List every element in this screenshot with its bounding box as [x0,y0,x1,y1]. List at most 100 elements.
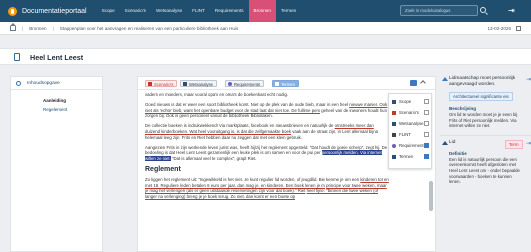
filter-option-requirements[interactable]: Requirements [392,142,432,150]
termen-icon [275,82,279,86]
filter-dropdown: Scope Scenario's Wetsanalyse FLINT Requi… [388,93,432,169]
tag-termen[interactable]: Termen [272,80,299,87]
flint-icon [392,133,396,137]
description-text: Om lid te worden moet je je even bij Fri… [449,112,518,129]
tag-label: Requirements [234,82,261,87]
requirement-icon [442,77,448,81]
home-icon[interactable] [10,22,16,31]
toc-header[interactable]: Inhoudsopgave [11,77,102,90]
requirements-icon [392,144,396,148]
filter-option-label: Scope [399,99,412,104]
requirement-title[interactable]: Lidmaatschap moet persoonlijk aangevraag… [440,76,531,88]
requirement-type-chip: Architectureel significante eis [449,92,513,101]
breadcrumb-separator: | [22,25,24,31]
tag-wetsanalyse[interactable]: Wetsanalyse [180,80,217,87]
app-logo[interactable] [8,6,17,16]
toc-item-reglement[interactable]: Regelement [11,107,102,112]
text: zeggen dat met een klein gebruik. [237,134,302,140]
filter-icon[interactable] [410,80,417,86]
breadcrumb-separator: | [52,25,54,31]
document-body: vaders en moeders, maar vooral opa's en … [145,92,389,204]
paragraph: Zo liggen het reglement uit: "Ingewikkel… [145,177,389,200]
scrollbar-thumb[interactable] [429,181,433,211]
definition-label: Definitie [449,150,467,156]
text: Zo liggen het reglement uit: "Ingewikkel… [145,176,360,182]
scrollbar[interactable] [429,181,433,251]
filter-option-label: FLINT [399,132,411,137]
checkbox[interactable] [424,132,429,137]
search-icon[interactable] [480,7,486,13]
details-panel: ⇥ Lidmaatschap moet persoonlijk aangevra… [440,76,531,252]
term-icon [442,140,448,145]
filter-option-label: Termen [399,154,414,159]
wetsanalyse-icon [392,122,396,126]
document-icon [14,53,20,61]
filter-option-label: Requirements [399,143,426,148]
term-badge: Term [505,139,523,149]
filter-option-wetsanalyse[interactable]: Wetsanalyse [392,120,432,128]
tag-label: Scenario's [154,82,174,87]
search-input[interactable]: Zoek in modelcatalogus [400,5,478,16]
tag-requirements[interactable]: Requirements [225,80,265,87]
breadcrumb-current: Stappenplan voor het aanvragen en realis… [59,25,239,31]
nav-termen[interactable]: Termen [276,0,301,22]
nav-flint[interactable]: FLINT [187,0,210,22]
date-label: 13-02-2026 [487,25,512,31]
requirement-card: ⇥ Lidmaatschap moet persoonlijk aangevra… [440,76,531,129]
requirements-icon [228,82,232,86]
breadcrumb: | Bronnen | Stappenplan voor het aanvrag… [0,22,531,35]
text: Goed nieuws is dat er weer een soort bib… [145,101,349,107]
section-heading: Reglement [145,165,181,173]
text: "Dat is allemaal veel te complex", grapt… [172,156,257,162]
text: De collectie boeken is indrukwekkend! Vi… [145,123,334,129]
logout-icon[interactable]: ⇥ [508,6,517,15]
wetsanalyse-icon [183,82,187,86]
divider [440,134,531,136]
paragraph: vaders en moeders, maar vooral opa's en … [145,92,389,98]
toc-header-label: Inhoudsopgave [27,81,60,86]
open-arrow-icon[interactable]: ⇥ [526,76,531,83]
checkbox-checked[interactable] [424,143,429,148]
definition-text: Een lid is natuurlijk persoon die een ov… [449,156,520,185]
paragraph: Aangezien Frits in zijn werkende leven j… [145,145,389,162]
tag-scenarios[interactable]: Scenario's [145,80,178,87]
filter-option-flint[interactable]: FLINT [392,131,432,139]
scope-icon [392,100,396,104]
filter-option-label: Scenario's [399,110,419,115]
checkbox-checked[interactable] [424,154,429,159]
filter-option-termen[interactable]: Termen [392,153,432,161]
term-card: Lid Term ⇥ Definitie Een lid is natuurli… [440,139,531,185]
description-label: Beschrijving [449,106,477,111]
breadcrumb-bronnen[interactable]: Bronnen [29,26,46,31]
open-arrow-icon[interactable]: ⇥ [526,140,531,147]
document-panel: Scenario's Wetsanalyse Requirements Term… [137,76,436,252]
paragraph: Goed nieuws is dat er weer een soort bib… [145,102,389,119]
nav-scope[interactable]: Scope [97,0,120,22]
tag-label: Termen [281,82,295,87]
title-bar: Heel Lent Leest [0,48,531,65]
filter-option-label: Wetsanalyse [399,121,424,126]
nav-requirements[interactable]: Requirements [210,0,249,22]
checkbox[interactable] [424,110,429,115]
filter-option-scope[interactable]: Scope [392,98,432,106]
chevron-up-icon[interactable] [420,80,426,86]
annotation-toolbar: Scenario's Wetsanalyse Requirements Term… [138,77,435,90]
scenario-icon [148,82,152,86]
nav-bronnen[interactable]: Bronnen [248,0,276,22]
toc-icon [16,81,21,86]
paragraph: De collectie boeken is indrukwekkend! Vi… [145,123,389,140]
termen-icon [392,155,396,159]
scenario-icon [392,111,396,115]
filter-option-scenarios[interactable]: Scenario's [392,109,432,117]
nav-wetsanalyse[interactable]: Wetsanalyse [151,0,187,22]
app-title[interactable]: Documentatieportaal [22,8,87,15]
checkbox[interactable] [424,121,429,126]
toc-item-aanleiding[interactable]: Aanleiding [11,98,102,103]
checkbox[interactable] [424,99,429,104]
toc-panel: Inhoudsopgave Aanleiding Regelement [10,76,103,252]
page-title: Heel Lent Leest [30,53,84,62]
tag-label: Wetsanalyse [189,82,213,87]
text: Bibliotaken. [250,113,273,119]
text: vaders en moeders, maar vooral opa's en … [145,92,289,97]
nav-scenarios[interactable]: Scenario's [120,0,151,22]
